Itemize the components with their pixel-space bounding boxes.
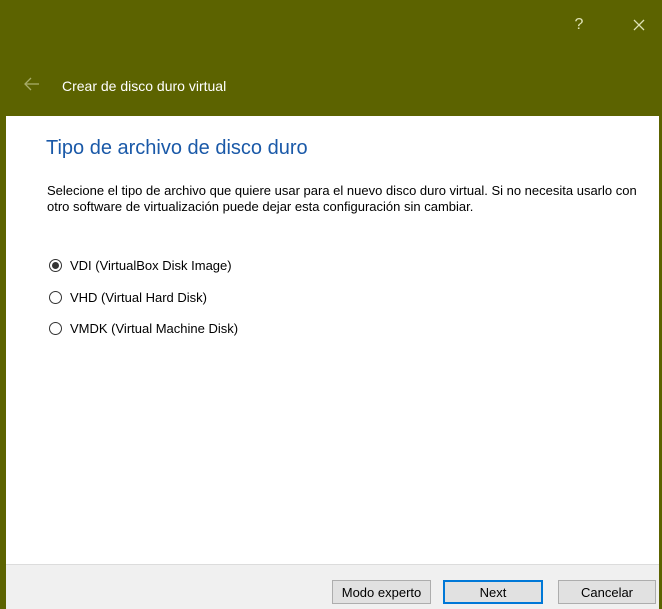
- next-button[interactable]: Next: [443, 580, 543, 604]
- close-button[interactable]: [616, 9, 662, 41]
- radio-label-vhd: VHD (Virtual Hard Disk): [70, 289, 208, 305]
- button-bar: Modo experto Next Cancelar: [6, 564, 659, 609]
- radio-vdi[interactable]: VDI (VirtualBox Disk Image): [49, 256, 232, 274]
- page-title: Tipo de archivo de disco duro: [46, 137, 308, 159]
- radio-button[interactable]: [49, 290, 62, 304]
- radio-label-vmdk: VMDK (Virtual Machine Disk): [70, 320, 239, 336]
- title-bar: ? Crear de disco duro virtual: [0, 0, 662, 116]
- radio-label-vdi: VDI (VirtualBox Disk Image): [70, 257, 232, 273]
- radio-button-checked[interactable]: [49, 258, 62, 272]
- back-button[interactable]: [22, 76, 44, 92]
- radio-vhd[interactable]: VHD (Virtual Hard Disk): [49, 288, 207, 306]
- close-icon: [633, 19, 645, 31]
- radio-vmdk[interactable]: VMDK (Virtual Machine Disk): [49, 319, 238, 337]
- wizard-page-content: Tipo de archivo de disco duro Selecione …: [6, 116, 659, 564]
- expert-mode-button[interactable]: Modo experto: [332, 580, 431, 604]
- radio-button[interactable]: [49, 321, 62, 335]
- wizard-title: Crear de disco duro virtual: [62, 78, 227, 94]
- back-arrow-icon: [24, 77, 39, 91]
- page-description: Selecione el tipo de archivo que quiere …: [47, 183, 637, 214]
- help-button[interactable]: ?: [556, 9, 602, 41]
- create-virtual-disk-dialog: ? Crear de disco duro virtual Tipo de ar…: [0, 0, 662, 609]
- help-icon: ?: [574, 16, 584, 33]
- cancel-button[interactable]: Cancelar: [558, 580, 656, 604]
